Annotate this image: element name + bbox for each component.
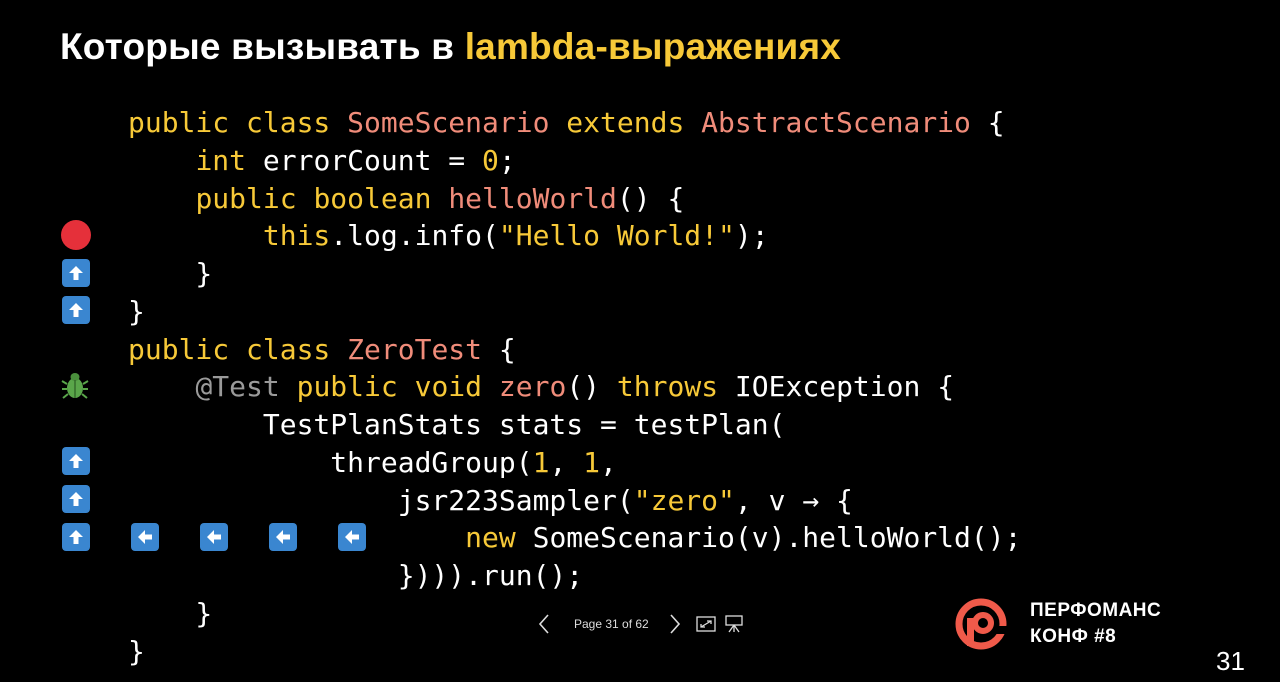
pdf-pager-toolbar: Page 31 of 62 xyxy=(530,606,747,642)
code-token: () { xyxy=(616,181,685,215)
code-token: 0 xyxy=(482,143,499,177)
code-token: , v → { xyxy=(734,483,853,517)
code-token: new xyxy=(465,521,516,555)
code-block: public class SomeScenario extends Abstra… xyxy=(128,104,1021,670)
code-token: SomeScenario(v).helloWorld(); xyxy=(515,521,1022,555)
code-line: }))).run(); xyxy=(128,557,1021,595)
code-token: public class xyxy=(128,106,348,139)
code-token: () xyxy=(566,370,617,404)
code-line: } xyxy=(128,255,1021,293)
code-line: public boolean helloWorld() { xyxy=(128,180,1021,218)
arrow-left-icon[interactable] xyxy=(200,523,228,551)
fit-screen-icon[interactable] xyxy=(691,616,721,632)
code-token: int xyxy=(195,143,247,177)
slide-page-number: 31 xyxy=(1216,646,1245,676)
code-token: { xyxy=(970,106,1005,139)
code-token: helloWorld xyxy=(448,181,617,215)
code-token: }))).run(); xyxy=(128,559,584,592)
logo-line-2: КОНФ #8 xyxy=(1030,626,1117,647)
code-token: jsr223Sampler( xyxy=(128,483,634,517)
code-line: TestPlanStats stats = testPlan( xyxy=(128,406,1021,444)
code-line: new SomeScenario(v).helloWorld(); xyxy=(128,519,1021,557)
code-token: throws xyxy=(616,370,719,404)
code-line: } xyxy=(128,293,1021,331)
code-line: @Test public void zero() throws IOExcept… xyxy=(128,368,1021,406)
code-token: @Test xyxy=(195,370,280,404)
code-token: "Hello World!" xyxy=(498,219,735,253)
code-token: zero xyxy=(498,370,567,404)
presenter-icon[interactable] xyxy=(721,614,747,634)
code-token: , xyxy=(549,445,584,479)
code-token: 1 xyxy=(583,445,601,479)
code-token: } xyxy=(128,294,145,328)
code-line: this.log.info("Hello World!"); xyxy=(128,217,1021,255)
code-token: } xyxy=(128,257,213,290)
code-token: } xyxy=(128,634,145,668)
code-line: int errorCount = 0; xyxy=(128,142,1021,180)
chevron-left-icon[interactable] xyxy=(530,613,558,635)
code-token: , xyxy=(600,445,617,479)
arrow-left-icon[interactable] xyxy=(131,523,159,551)
bug-icon[interactable] xyxy=(61,372,89,400)
code-token: extends xyxy=(549,106,702,139)
code-token: IOException { xyxy=(718,370,955,404)
code-token: AbstractScenario xyxy=(701,106,971,139)
code-token: } xyxy=(128,596,213,630)
code-token: ); xyxy=(734,219,769,253)
code-token: { xyxy=(482,332,516,366)
logo-line-1: ПЕРФОМАНС xyxy=(1030,600,1162,621)
slide-title: Которые вызывать в lambda-выражениях xyxy=(60,26,841,68)
conference-logo-mark xyxy=(953,596,1017,656)
code-token: 1 xyxy=(532,445,550,479)
step-out-arrow-up-icon[interactable] xyxy=(62,296,90,324)
code-token: public void xyxy=(279,370,499,404)
code-token: ZeroTest xyxy=(347,332,483,366)
code-token: ; xyxy=(498,143,516,177)
code-token: threadGroup( xyxy=(128,445,533,479)
step-out-arrow-up-icon[interactable] xyxy=(62,259,90,287)
code-token: SomeScenario xyxy=(347,106,550,139)
code-token: .log.info( xyxy=(330,219,499,253)
step-out-arrow-up-icon[interactable] xyxy=(62,523,90,551)
conference-logo-text: ПЕРФОМАНС КОНФ #8 xyxy=(1030,598,1161,650)
code-line: public class SomeScenario extends Abstra… xyxy=(128,104,1021,142)
code-token: errorCount = xyxy=(246,143,483,177)
code-line: jsr223Sampler("zero", v → { xyxy=(128,482,1021,520)
step-out-arrow-up-icon[interactable] xyxy=(62,485,90,513)
arrow-left-icon[interactable] xyxy=(338,523,366,551)
arrow-left-icon[interactable] xyxy=(269,523,297,551)
slide-title-highlight: lambda-выражениях xyxy=(464,26,842,67)
slide-title-text: Которые вызывать в xyxy=(60,26,465,67)
presentation-slide: Которые вызывать в lambda-выражениях pub… xyxy=(0,0,1280,682)
code-token: TestPlanStats stats = testPlan( xyxy=(128,408,786,441)
code-token: public boolean xyxy=(195,181,449,215)
code-line: threadGroup(1, 1, xyxy=(128,444,1021,482)
code-token: public class xyxy=(128,332,348,366)
chevron-right-icon[interactable] xyxy=(663,613,687,635)
code-token: this xyxy=(262,219,331,253)
code-token: "zero" xyxy=(633,483,735,517)
step-out-arrow-up-icon[interactable] xyxy=(62,447,90,475)
code-line: public class ZeroTest { xyxy=(128,331,1021,369)
breakpoint-icon[interactable] xyxy=(61,220,91,250)
page-indicator: Page 31 of 62 xyxy=(574,617,649,631)
